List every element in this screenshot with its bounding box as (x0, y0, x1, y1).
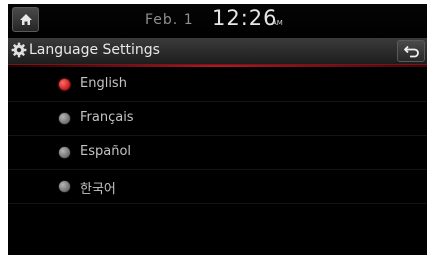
back-button[interactable] (397, 40, 425, 62)
radio-selected-icon (59, 79, 70, 90)
status-ampm: AM (272, 19, 283, 27)
radio-unselected-icon (59, 113, 70, 124)
language-option-english[interactable]: English (8, 68, 427, 102)
title-bar: Language Settings (8, 38, 427, 67)
status-date: Feb. 1 (145, 12, 194, 28)
screen: Feb. 1 12:26 AM Language Settings Englis… (0, 0, 433, 263)
language-list: English Français Español 한국어 (8, 68, 427, 204)
language-label: English (80, 76, 127, 91)
radio-unselected-icon (59, 181, 70, 192)
back-arrow-icon (404, 45, 419, 58)
language-option-korean[interactable]: 한국어 (8, 170, 427, 204)
language-option-spanish[interactable]: Español (8, 136, 427, 170)
status-time: 12:26 (212, 6, 278, 30)
language-label: Español (80, 144, 132, 159)
display: Feb. 1 12:26 AM Language Settings Englis… (8, 4, 427, 255)
gear-icon (11, 42, 27, 58)
language-label: Français (80, 110, 134, 125)
radio-unselected-icon (59, 147, 70, 158)
home-button[interactable] (12, 7, 39, 32)
status-bar: Feb. 1 12:26 AM (8, 4, 427, 38)
language-option-french[interactable]: Français (8, 102, 427, 136)
language-label: 한국어 (80, 182, 116, 197)
page-title: Language Settings (29, 42, 160, 58)
home-icon (20, 14, 32, 25)
